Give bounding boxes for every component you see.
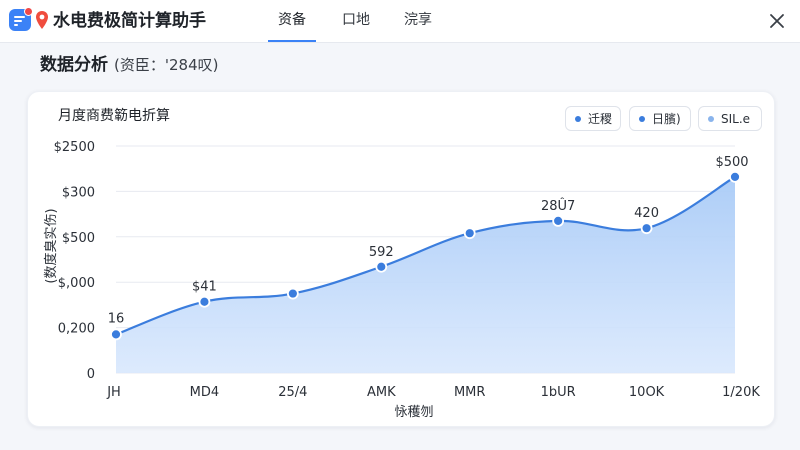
x-tick-label: 10OK bbox=[629, 385, 665, 400]
x-tick-label: 25/4 bbox=[278, 385, 307, 400]
data-point bbox=[729, 170, 741, 183]
data-label: $500 bbox=[715, 155, 748, 170]
y-tick-label: $500 bbox=[62, 231, 95, 246]
data-point bbox=[198, 295, 211, 308]
x-axis-label: 怺穫刎 bbox=[394, 405, 433, 420]
data-point bbox=[286, 287, 299, 300]
app-window: 水电费极简计算助手 资备 口地 浣享 数据分析 (资臣：'284叹) 月度商费簕电… bbox=[0, 0, 800, 450]
x-tick-label: 1bUR bbox=[541, 385, 576, 400]
data-point bbox=[110, 328, 122, 341]
x-tick-label: 1/20K bbox=[722, 385, 760, 400]
data-point bbox=[640, 222, 653, 235]
x-tick-label: JH bbox=[106, 385, 121, 400]
data-label: $41 bbox=[192, 280, 217, 295]
data-label: 16 bbox=[108, 311, 125, 326]
data-point bbox=[552, 215, 565, 227]
y-axis-label: (数度臭实伤) bbox=[43, 208, 59, 283]
y-tick-label: $,000 bbox=[58, 276, 95, 291]
y-tick-label: 0,200 bbox=[58, 322, 95, 337]
y-tick-label: 0 bbox=[87, 367, 95, 382]
y-tick-label: $2500 bbox=[54, 140, 95, 155]
data-label: 28Û7 bbox=[541, 198, 575, 214]
area-chart: $2500 $300 $500 $,000 0,200 0 JH MD4 25/4 AMK MMR 1… bbox=[43, 140, 760, 420]
data-point bbox=[463, 227, 476, 240]
data-label: 592 bbox=[369, 245, 394, 260]
data-point bbox=[375, 260, 388, 273]
y-tick-label: $300 bbox=[62, 185, 95, 200]
x-tick-label: MMR bbox=[454, 385, 485, 400]
x-tick-label: MD4 bbox=[190, 385, 220, 400]
x-tick-label: AMK bbox=[367, 385, 396, 400]
data-label: 420 bbox=[634, 206, 659, 221]
